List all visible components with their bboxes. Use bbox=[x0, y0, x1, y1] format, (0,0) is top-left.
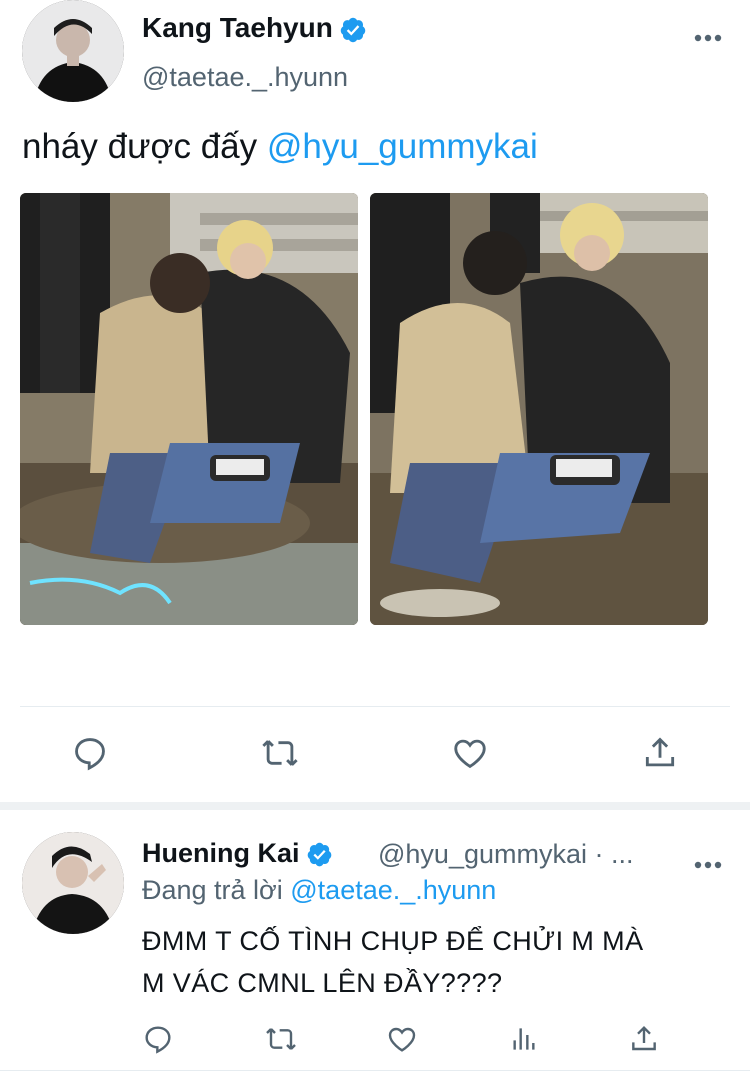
replying-to-mention-link[interactable]: @taetae._.hyunn bbox=[290, 875, 496, 905]
reply-text: ĐMM T CỐ TÌNH CHỤP ĐỂ CHỬI M MÀ M VÁC CM… bbox=[142, 920, 742, 1004]
photo-1-image bbox=[20, 193, 358, 625]
author-avatar-image bbox=[22, 0, 124, 102]
retweet-icon bbox=[262, 740, 298, 766]
reply-text-line-1: ĐMM T CỐ TÌNH CHỤP ĐỂ CHỬI M MÀ bbox=[142, 926, 644, 956]
reply-text-line-2: M VÁC CMNL LÊN ĐẦY???? bbox=[142, 968, 503, 998]
reply-analytics-button[interactable] bbox=[506, 1022, 542, 1056]
photo-2-image bbox=[370, 193, 708, 625]
share-button[interactable] bbox=[640, 733, 680, 773]
reply-handle-meta[interactable]: @hyu_gummykai · ... bbox=[378, 839, 634, 870]
author-avatar[interactable] bbox=[22, 0, 124, 102]
like-icon bbox=[454, 739, 486, 769]
author-name-text: Kang Taehyun bbox=[142, 12, 333, 43]
section-divider bbox=[0, 802, 750, 810]
reply-display-name[interactable]: Huening Kai bbox=[142, 838, 333, 869]
reply-more-dots-icon[interactable] bbox=[694, 845, 722, 877]
analytics-icon bbox=[513, 1028, 535, 1050]
tweet-photo-1[interactable] bbox=[20, 193, 358, 625]
bottom-divider bbox=[0, 1070, 750, 1071]
verified-badge-icon bbox=[340, 17, 366, 42]
reply-like-button[interactable] bbox=[384, 1022, 420, 1056]
tweet-text-body: nháy được đấy bbox=[22, 127, 267, 166]
tweet-text: nháy được đấy @hyu_gummykai bbox=[22, 127, 538, 167]
reply-avatar[interactable] bbox=[22, 832, 124, 934]
reply-button[interactable] bbox=[70, 733, 110, 773]
retweet-button[interactable] bbox=[258, 733, 302, 773]
author-handle[interactable]: @taetae._.hyunn bbox=[142, 62, 348, 93]
tweet-photo-2[interactable] bbox=[370, 193, 708, 625]
tweet-divider bbox=[20, 706, 730, 707]
replying-to-line: Đang trả lời @taetae._.hyunn bbox=[142, 875, 496, 906]
reply-icon bbox=[75, 738, 105, 771]
like-button[interactable] bbox=[449, 733, 491, 773]
reply-reply-button[interactable] bbox=[140, 1022, 176, 1056]
reply-name-text: Huening Kai bbox=[142, 838, 300, 868]
reply-avatar-image bbox=[22, 832, 124, 934]
like-icon bbox=[388, 1027, 416, 1052]
reply-share-button[interactable] bbox=[626, 1022, 662, 1056]
reply-retweet-button[interactable] bbox=[262, 1022, 300, 1056]
reply-verified-badge-icon bbox=[307, 843, 331, 867]
retweet-icon bbox=[266, 1028, 296, 1050]
more-dots-icon[interactable] bbox=[694, 18, 722, 50]
tweet-mention-link[interactable]: @hyu_gummykai bbox=[267, 127, 538, 166]
share-icon bbox=[645, 737, 675, 767]
reply-icon bbox=[145, 1026, 171, 1054]
replying-to-prefix: Đang trả lời bbox=[142, 875, 291, 905]
share-icon bbox=[632, 1025, 656, 1051]
author-display-name[interactable]: Kang Taehyun bbox=[142, 12, 367, 44]
